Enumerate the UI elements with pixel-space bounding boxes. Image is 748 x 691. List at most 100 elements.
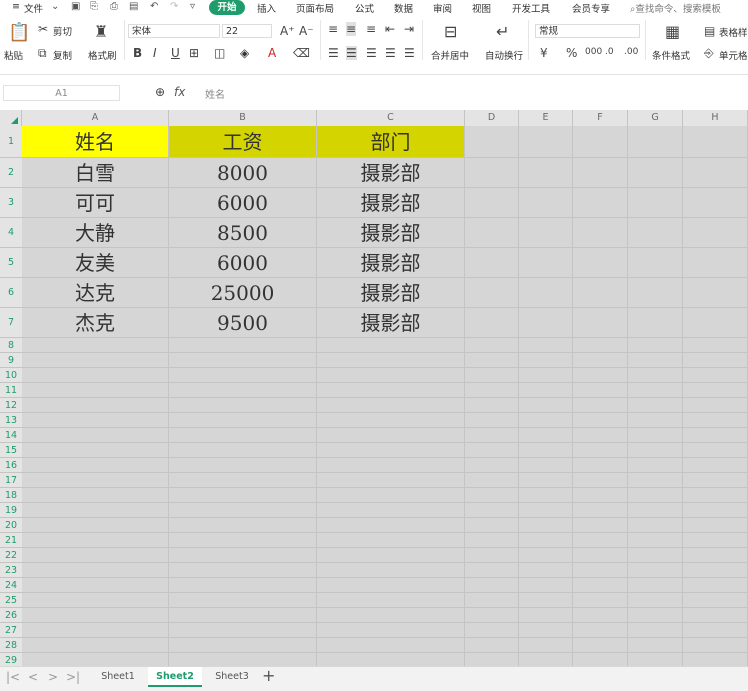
grid-cell[interactable] [22, 518, 169, 533]
grid-cell[interactable] [465, 353, 519, 368]
grid-cell[interactable] [22, 533, 169, 548]
grid-cell[interactable] [22, 353, 169, 368]
grid-cell[interactable] [465, 593, 519, 608]
grid-cell[interactable] [683, 503, 748, 518]
first-sheet-icon[interactable]: |< [6, 670, 20, 684]
grid-cell[interactable] [573, 623, 628, 638]
grid-cell[interactable] [317, 473, 465, 488]
grid-cell[interactable] [683, 278, 748, 308]
row-header[interactable]: 27 [0, 623, 22, 638]
customize-icon[interactable]: ▿ [190, 1, 195, 12]
grid-cell[interactable] [628, 126, 683, 158]
grid-cell[interactable] [169, 443, 317, 458]
grid-cell[interactable] [573, 458, 628, 473]
grid-cell[interactable] [683, 443, 748, 458]
grid-cell[interactable] [465, 473, 519, 488]
bold-icon[interactable]: B [133, 46, 142, 60]
grid-cell[interactable] [169, 503, 317, 518]
grid-cell[interactable] [519, 126, 573, 158]
grid-cell[interactable] [465, 126, 519, 158]
row-header[interactable]: 8 [0, 338, 22, 353]
print-preview-icon[interactable]: ▤ [129, 1, 138, 12]
distribute-icon[interactable]: ☰ [404, 46, 415, 60]
grid-cell[interactable] [22, 488, 169, 503]
grid-cell[interactable] [628, 533, 683, 548]
grid-cell[interactable] [628, 353, 683, 368]
grid-cell[interactable] [169, 518, 317, 533]
grid-cell[interactable] [519, 623, 573, 638]
grid-cell[interactable] [628, 623, 683, 638]
grid-cell[interactable] [169, 428, 317, 443]
grid-cell[interactable] [22, 593, 169, 608]
row-header[interactable]: 15 [0, 443, 22, 458]
data-cell[interactable]: 8500 [169, 218, 317, 248]
grid-cell[interactable] [683, 563, 748, 578]
grid-cell[interactable] [169, 353, 317, 368]
tab-home[interactable]: 开始 [209, 0, 245, 15]
sheet-tab-sheet1[interactable]: Sheet1 [92, 667, 144, 687]
grid-cell[interactable] [573, 188, 628, 218]
grid-cell[interactable] [169, 413, 317, 428]
grid-cell[interactable] [22, 428, 169, 443]
grid-cell[interactable] [317, 338, 465, 353]
grid-cell[interactable] [169, 338, 317, 353]
align-right-icon[interactable]: ☰ [366, 46, 377, 60]
grid-cell[interactable] [519, 578, 573, 593]
data-cell[interactable]: 白雪 [22, 158, 169, 188]
grid-cell[interactable] [22, 413, 169, 428]
grid-cell[interactable] [573, 338, 628, 353]
grid-cell[interactable] [683, 593, 748, 608]
row-header[interactable]: 24 [0, 578, 22, 593]
data-cell[interactable]: 大静 [22, 218, 169, 248]
grid-cell[interactable] [683, 653, 748, 666]
grid-cell[interactable] [683, 428, 748, 443]
grid-cell[interactable] [628, 593, 683, 608]
grid-cell[interactable] [22, 608, 169, 623]
grid-cell[interactable] [169, 578, 317, 593]
paste-icon[interactable]: 📋 [8, 22, 30, 43]
grid-cell[interactable] [465, 638, 519, 653]
grid-cell[interactable] [683, 578, 748, 593]
thousands-icon[interactable]: 000 [585, 47, 602, 57]
grid-cell[interactable] [573, 608, 628, 623]
menu-file[interactable]: 文件 [24, 1, 43, 15]
grid-cell[interactable] [465, 428, 519, 443]
undo-icon[interactable]: ↶ [150, 1, 158, 12]
column-header-d[interactable]: D [465, 110, 519, 126]
grid-cell[interactable] [169, 608, 317, 623]
grid-cell[interactable] [683, 188, 748, 218]
grid-cell[interactable] [573, 443, 628, 458]
grid-cell[interactable] [683, 548, 748, 563]
grid-cell[interactable] [573, 248, 628, 278]
row-header[interactable]: 19 [0, 503, 22, 518]
column-header-e[interactable]: E [519, 110, 573, 126]
grid-cell[interactable] [519, 443, 573, 458]
grid-cell[interactable] [169, 653, 317, 666]
cut-button[interactable]: 剪切 [53, 24, 72, 38]
align-bottom-icon[interactable]: ≡ [366, 22, 376, 36]
grid-cell[interactable] [683, 473, 748, 488]
grid-cell[interactable] [519, 458, 573, 473]
row-header[interactable]: 11 [0, 383, 22, 398]
add-sheet-icon[interactable]: + [262, 666, 275, 685]
row-header[interactable]: 1 [0, 126, 22, 158]
font-name-select[interactable]: 宋体 [128, 24, 220, 38]
grid-cell[interactable] [519, 248, 573, 278]
grid-cell[interactable] [519, 533, 573, 548]
grid-cell[interactable] [317, 548, 465, 563]
data-cell[interactable]: 8000 [169, 158, 317, 188]
command-search[interactable]: ⌕查找命令、搜索模板 [630, 1, 721, 15]
grid-cell[interactable] [22, 503, 169, 518]
paste-button[interactable]: 粘贴 [4, 48, 23, 62]
grid-cell[interactable] [22, 653, 169, 666]
grid-cell[interactable] [628, 308, 683, 338]
grid-cell[interactable] [519, 428, 573, 443]
row-header[interactable]: 9 [0, 353, 22, 368]
grid-cell[interactable] [169, 398, 317, 413]
merge-icon[interactable]: ⊟ [444, 22, 457, 41]
row-header[interactable]: 22 [0, 548, 22, 563]
scissors-icon[interactable]: ✂ [38, 22, 48, 36]
percent-icon[interactable]: % [566, 46, 577, 60]
grid-cell[interactable] [628, 248, 683, 278]
grid-cell[interactable] [169, 563, 317, 578]
